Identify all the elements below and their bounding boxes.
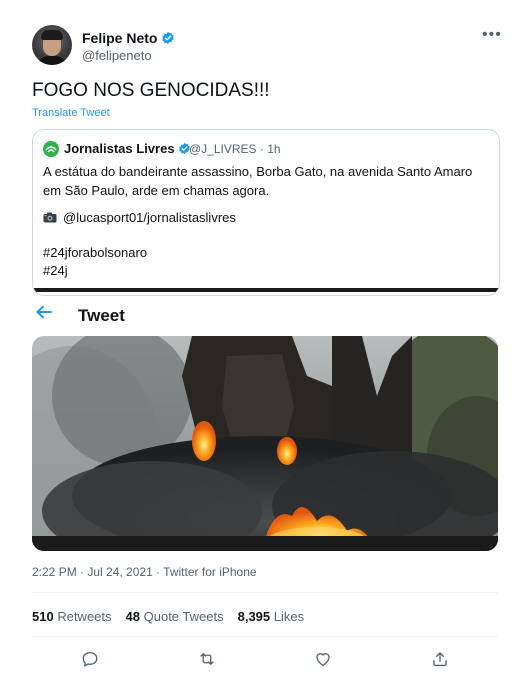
hashtag-24jforabolsonaro[interactable]: #24jforabolsonaro bbox=[43, 245, 147, 260]
quoted-credit-text: @lucasport01/jornalistaslivres bbox=[63, 210, 236, 225]
hashtag-24j[interactable]: #24j bbox=[43, 263, 68, 278]
tweet-timestamp[interactable]: 2:22 PM · Jul 24, 2021 · Twitter for iPh… bbox=[32, 565, 257, 579]
retweets-stat[interactable]: 510 Retweets bbox=[32, 609, 112, 624]
quotes-count: 48 bbox=[125, 609, 140, 624]
action-bar bbox=[32, 648, 498, 670]
divider-bottom bbox=[32, 636, 498, 637]
quoted-credit: @lucasport01/jornalistaslivres bbox=[43, 210, 236, 225]
quoted-author-name-text: Jornalistas Livres bbox=[64, 141, 175, 156]
quoted-avatar bbox=[43, 141, 59, 157]
quotes-label: Quote Tweets bbox=[143, 609, 224, 624]
likes-stat[interactable]: 8,395 Likes bbox=[238, 609, 305, 624]
likes-label: Likes bbox=[273, 609, 305, 624]
camera-icon bbox=[43, 212, 57, 223]
author-name-text: Felipe Neto bbox=[82, 30, 158, 46]
author-name[interactable]: Felipe Neto bbox=[82, 30, 175, 46]
divider-top bbox=[32, 592, 498, 593]
tweet-stats: 510 Retweets 48 Quote Tweets 8,395 Likes bbox=[32, 609, 304, 624]
quoted-text: A estátua do bandeirante assassino, Borb… bbox=[43, 164, 473, 198]
quoted-handle-time: @J_LIVRES · 1h bbox=[189, 142, 281, 156]
jornalistas-livres-logo-icon bbox=[45, 146, 57, 153]
translate-tweet-link[interactable]: Translate Tweet bbox=[32, 107, 110, 119]
verified-badge-icon bbox=[162, 31, 175, 45]
more-options-icon[interactable]: ••• bbox=[482, 26, 502, 44]
quoted-media-edge bbox=[33, 288, 499, 292]
quoted-author-name: Jornalistas Livres bbox=[64, 141, 191, 156]
like-icon[interactable] bbox=[312, 648, 334, 670]
page-title: Tweet bbox=[78, 306, 125, 325]
author-handle[interactable]: @felipeneto bbox=[82, 48, 152, 63]
retweets-label: Retweets bbox=[57, 609, 112, 624]
retweet-icon[interactable] bbox=[196, 648, 218, 670]
reply-icon[interactable] bbox=[79, 648, 101, 670]
back-arrow-icon[interactable] bbox=[36, 305, 52, 323]
quote-tweets-stat[interactable]: 48 Quote Tweets bbox=[126, 609, 224, 624]
share-icon[interactable] bbox=[429, 648, 451, 670]
retweets-count: 510 bbox=[32, 609, 54, 624]
tweet-photo[interactable] bbox=[32, 336, 498, 551]
tweet-text: FOGO NOS GENOCIDAS!!! bbox=[32, 80, 270, 101]
likes-count: 8,395 bbox=[237, 609, 271, 624]
quoted-tweet[interactable]: Jornalistas Livres @J_LIVRES · 1h A está… bbox=[32, 129, 500, 296]
author-avatar[interactable] bbox=[32, 25, 72, 65]
